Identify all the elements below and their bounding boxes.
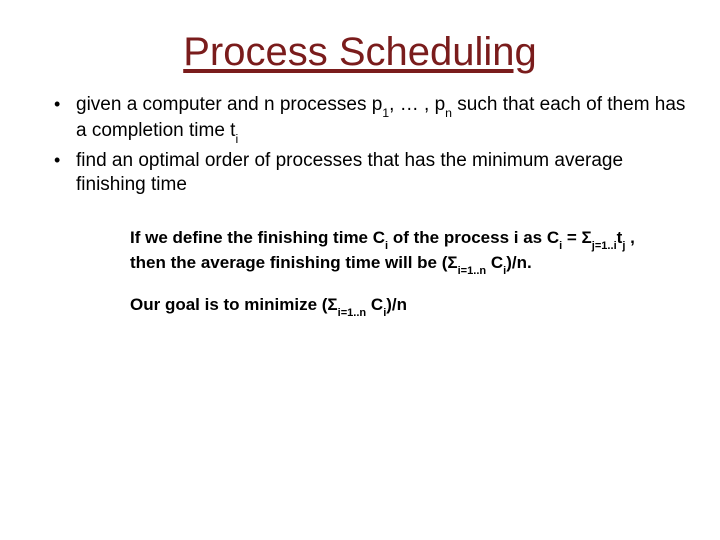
bullet-list: given a computer and n processes p1, … ,… (48, 93, 690, 197)
subscript: i=1..n (338, 307, 367, 319)
text: , … , p (389, 94, 445, 115)
paragraph: Our goal is to minimize (Σi=1..n Ci)/n (130, 294, 650, 319)
body-text: If we define the finishing time Ci of th… (130, 227, 650, 319)
subscript: i (235, 132, 238, 146)
subscript: i (385, 240, 388, 252)
subscript: i=1..n (458, 265, 487, 277)
slide: Process Scheduling given a computer and … (0, 0, 720, 540)
text: = Σ (562, 228, 592, 247)
text: Our goal is to minimize (Σ (130, 295, 338, 314)
subscript: i (559, 240, 562, 252)
list-item: find an optimal order of processes that … (48, 149, 690, 197)
text: find an optimal order of processes that … (76, 150, 623, 195)
subscript: n (445, 106, 452, 120)
subscript: j=1..i (592, 240, 617, 252)
subscript: i (503, 265, 506, 277)
text: )/n. (506, 253, 532, 272)
text: of the process i as C (388, 228, 559, 247)
text: If we define the finishing time C (130, 228, 385, 247)
subscript: j (622, 240, 625, 252)
text: given a computer and n processes p (76, 94, 382, 115)
page-title: Process Scheduling (30, 30, 690, 75)
text: C (366, 295, 383, 314)
text: )/n (386, 295, 407, 314)
list-item: given a computer and n processes p1, … ,… (48, 93, 690, 145)
subscript: i (383, 307, 386, 319)
text: C (486, 253, 503, 272)
paragraph: If we define the finishing time Ci of th… (130, 227, 650, 277)
subscript: 1 (382, 106, 389, 120)
